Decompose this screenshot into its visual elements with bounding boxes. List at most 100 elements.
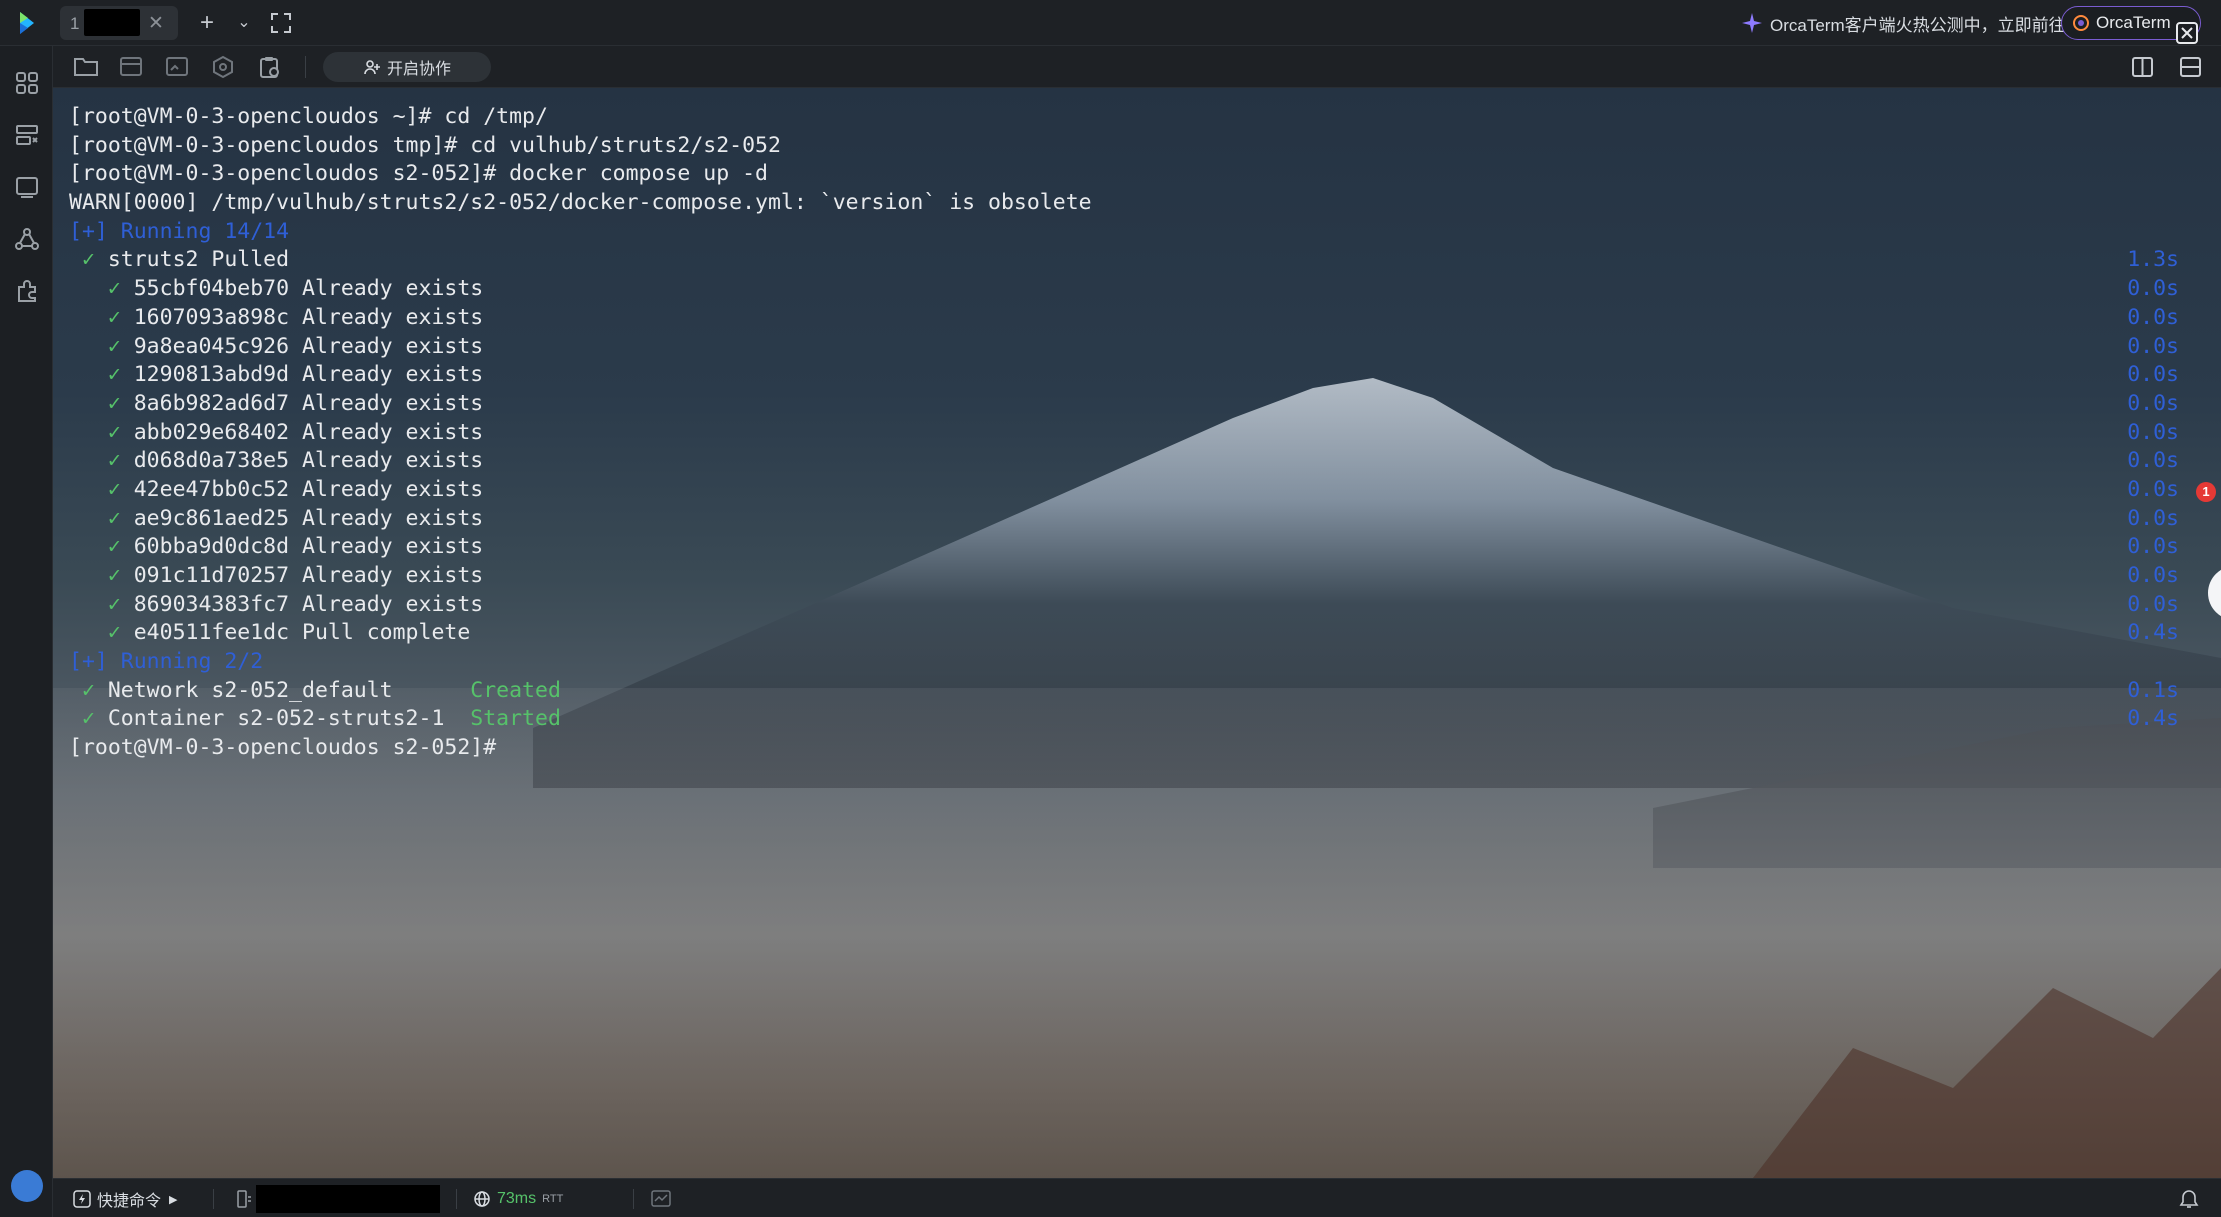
terminal-line: ✓ 091c11d70257 Already exists 0.0s — [69, 562, 2179, 591]
terminal-line: ✓ Container s2-052-struts2-1 Started 0.4s — [69, 705, 2179, 734]
app-logo[interactable] — [12, 8, 42, 38]
settings-icon[interactable] — [211, 55, 237, 79]
screen-icon[interactable] — [165, 55, 191, 79]
close-icon[interactable]: ✕ — [148, 12, 164, 35]
terminal-line: [+] Running 2/2 — [69, 648, 2179, 677]
checkmark-icon: ✓ — [81, 706, 108, 732]
terminal-line: [+] Running 14/14 — [69, 218, 2179, 247]
terminal-duration: 0.0s — [2127, 304, 2179, 330]
terminal-line: ✓ 9a8ea045c926 Already exists 0.0s — [69, 333, 2179, 362]
checkmark-icon: ✓ — [107, 591, 134, 617]
globe-icon — [474, 1191, 490, 1207]
terminal-duration: 0.0s — [2127, 390, 2179, 416]
status-divider — [633, 1189, 634, 1209]
terminal-output: [root@VM-0-3-opencloudos ~]# cd /tmp/ [ro… — [69, 103, 2179, 763]
terminal-line-text: 869034383fc7 Already exists — [133, 591, 484, 617]
terminal-pane[interactable]: [root@VM-0-3-opencloudos ~]# cd /tmp/ [ro… — [53, 88, 2221, 1178]
terminal-line: ✓ e40511fee1dc Pull complete 0.4s — [69, 619, 2179, 648]
terminal-line: ✓ d068d0a738e5 Already exists 0.0s — [69, 447, 2179, 476]
terminal-line-text: 8a6b982ad6d7 Already exists — [133, 390, 484, 416]
terminal-line: [root@VM-0-3-opencloudos s2-052]# — [69, 734, 2179, 763]
terminal-duration: 0.0s — [2127, 534, 2179, 560]
checkmark-icon: ✓ — [107, 333, 134, 359]
user-add-icon — [364, 60, 380, 75]
latency-value: 73ms — [497, 1190, 537, 1207]
session-tab[interactable]: 1 ✕ — [60, 6, 178, 40]
split-horizontal-icon[interactable] — [2178, 55, 2204, 79]
terminal-line: ✓ abb029e68402 Already exists 0.0s — [69, 419, 2179, 448]
sftp-icon[interactable] — [73, 55, 99, 79]
latency-indicator[interactable]: 73ms RTT — [473, 1187, 563, 1211]
clipboard-icon[interactable] — [257, 55, 283, 79]
terminal-line-text: 60bba9d0dc8d Already exists — [133, 534, 484, 560]
terminal-duration: 0.0s — [2127, 476, 2179, 502]
terminal-line: ✓ Network s2-052_default Created 0.1s — [69, 677, 2179, 706]
terminal-line: ✓ 1607093a898c Already exists 0.0s — [69, 304, 2179, 333]
status-divider — [213, 1189, 214, 1209]
terminal-duration: 0.0s — [2127, 276, 2179, 302]
terminal-line-text: 1607093a898c Already exists — [133, 304, 484, 330]
terminal-line-text: 1290813abd9d Already exists — [133, 362, 484, 388]
terminal-duration: 0.0s — [2127, 362, 2179, 388]
server-list-icon[interactable] — [14, 122, 40, 148]
terminal-line-text: Network s2-052_default — [107, 677, 471, 703]
caret-right-icon: ▶ — [169, 1193, 178, 1206]
file-transfer-icon[interactable] — [119, 55, 145, 79]
terminal-line: ✓ ae9c861aed25 Already exists 0.0s — [69, 505, 2179, 534]
terminal-line: [root@VM-0-3-opencloudos ~]# cd /tmp/ — [69, 103, 2179, 132]
plugin-icon[interactable] — [14, 278, 40, 304]
terminal-duration: 0.0s — [2127, 563, 2179, 588]
terminal-line-text: [root@VM-0-3-opencloudos tmp]# cd vulhub… — [69, 132, 781, 158]
terminal-line-text: [root@VM-0-3-opencloudos s2-052]# docker… — [69, 161, 768, 187]
terminal-duration: 0.0s — [2127, 419, 2179, 445]
checkmark-icon: ✓ — [107, 476, 134, 502]
checkmark-icon: ✓ — [107, 534, 134, 560]
checkmark-icon: ✓ — [107, 419, 134, 445]
terminal-line-text: 9a8ea045c926 Already exists — [133, 333, 484, 359]
chevron-down-icon[interactable]: ⌄ — [229, 8, 259, 38]
terminal-line-text: WARN[0000] /tmp/vulhub/struts2/s2-052/do… — [69, 190, 1092, 216]
grid-icon[interactable] — [14, 70, 40, 96]
monitor-chart-icon[interactable] — [650, 1189, 672, 1209]
collaboration-button[interactable]: 开启协作 — [323, 52, 491, 82]
sparkle-icon — [1742, 13, 1762, 33]
terminal-status: Created — [470, 677, 561, 703]
terminal-line-text: 55cbf04beb70 Already exists — [133, 276, 484, 302]
client-promo-link[interactable]: OrcaTerm客户端火热公测中，立即前往 — [1740, 10, 2066, 36]
terminal-toolbar: 开启协作 — [53, 46, 2221, 88]
host-address-redacted — [256, 1185, 440, 1213]
network-icon[interactable] — [14, 226, 40, 252]
bell-icon[interactable] — [2179, 1188, 2199, 1210]
fullscreen-icon[interactable] — [266, 8, 296, 38]
terminal-duration: 0.0s — [2127, 448, 2179, 474]
title-bar: 1 ✕ + ⌄ OrcaTerm客户端火热公测中，立即前往 OrcaTerm — [0, 0, 2221, 46]
checkmark-icon: ✓ — [107, 448, 134, 474]
terminal-duration: 0.0s — [2127, 333, 2179, 359]
terminal-line-text: [root@VM-0-3-opencloudos ~]# cd /tmp/ — [69, 104, 548, 129]
terminal-duration: 0.4s — [2127, 620, 2179, 646]
terminal-line: ✓ 8a6b982ad6d7 Already exists 0.0s — [69, 390, 2179, 419]
tab-title-redacted — [84, 9, 140, 36]
terminal-line-text: Container s2-052-struts2-1 — [107, 706, 471, 732]
terminal-line: ✓ 1290813abd9d Already exists 0.0s — [69, 361, 2179, 390]
terminal-line-text: [+] Running 2/2 — [69, 649, 264, 675]
checkmark-icon: ✓ — [107, 362, 134, 388]
terminal-line-text: [+] Running 14/14 — [69, 218, 290, 244]
terminal-icon[interactable] — [14, 174, 40, 200]
terminal-line-text: struts2 Pulled — [107, 247, 290, 273]
terminal-line: ✓ struts2 Pulled 1.3s — [69, 246, 2179, 275]
terminal-duration: 1.3s — [2127, 247, 2179, 273]
terminal-line-text: 42ee47bb0c52 Already exists — [133, 476, 484, 502]
avatar[interactable] — [11, 1170, 43, 1202]
notification-badge: 1 — [2196, 482, 2216, 502]
terminal-duration: 0.0s — [2127, 591, 2179, 617]
quick-commands-button[interactable]: 快捷命令 ▶ — [73, 1187, 177, 1211]
orca-logo-icon — [2073, 15, 2089, 31]
split-vertical-icon[interactable] — [2130, 55, 2156, 79]
status-divider — [456, 1189, 457, 1209]
quick-commands-label: 快捷命令 — [97, 1193, 162, 1210]
exit-fullscreen-icon[interactable] — [2174, 20, 2200, 46]
terminal-line-text: ae9c861aed25 Already exists — [133, 505, 484, 531]
toolbar-divider — [305, 56, 306, 78]
plus-icon[interactable]: + — [192, 8, 222, 38]
